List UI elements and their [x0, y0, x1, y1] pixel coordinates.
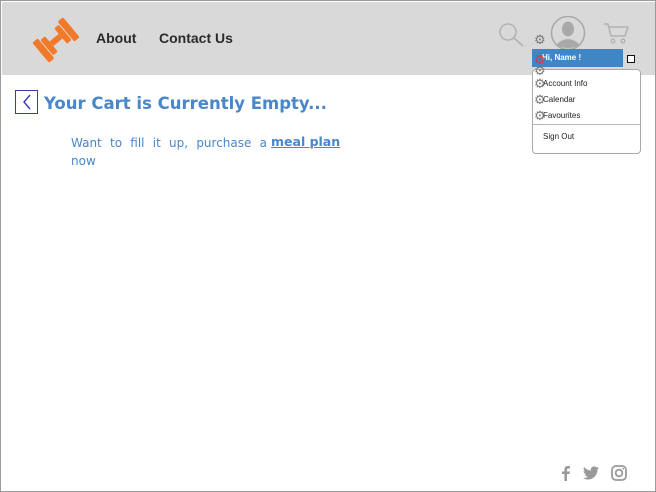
- gear-icon: ⚙: [534, 93, 546, 108]
- user-menu: Account Info Calendar Favourites Sign Ou…: [532, 69, 641, 154]
- search-icon[interactable]: [497, 22, 525, 48]
- gear-icon: ⚙: [534, 77, 546, 92]
- menu-item-calendar[interactable]: Calendar: [543, 95, 575, 105]
- page-frame: About Contact Us ⚙ Hi, Name ! ⚙ Account …: [0, 0, 656, 492]
- nav-about-link[interactable]: About: [96, 30, 136, 46]
- twitter-icon[interactable]: [582, 464, 600, 482]
- menu-divider: [533, 124, 640, 125]
- dropdown-toggle-checkbox[interactable]: [627, 55, 635, 63]
- empty-cart-message: Want to fill it up, purchase a now: [71, 136, 267, 168]
- cart-icon[interactable]: [602, 21, 630, 45]
- instagram-icon[interactable]: [610, 464, 628, 482]
- menu-item-favourites[interactable]: Favourites: [543, 111, 580, 121]
- nav-contact-link[interactable]: Contact Us: [159, 30, 233, 46]
- gear-icon: ⚙: [534, 109, 546, 124]
- user-avatar-icon[interactable]: [550, 15, 586, 51]
- facebook-icon[interactable]: [557, 464, 575, 482]
- menu-item-sign-out[interactable]: Sign Out: [543, 132, 574, 142]
- dumbbell-logo-icon[interactable]: [28, 15, 84, 65]
- menu-item-account-info[interactable]: Account Info: [543, 79, 587, 89]
- page-title: Your Cart is Currently Empty...: [44, 94, 327, 113]
- meal-plan-link[interactable]: meal plan: [271, 134, 340, 149]
- greeting-label: Hi, Name !: [542, 53, 582, 62]
- back-button[interactable]: [15, 90, 38, 114]
- chevron-left-icon: [22, 94, 31, 110]
- gear-icon: ⚙: [534, 33, 546, 48]
